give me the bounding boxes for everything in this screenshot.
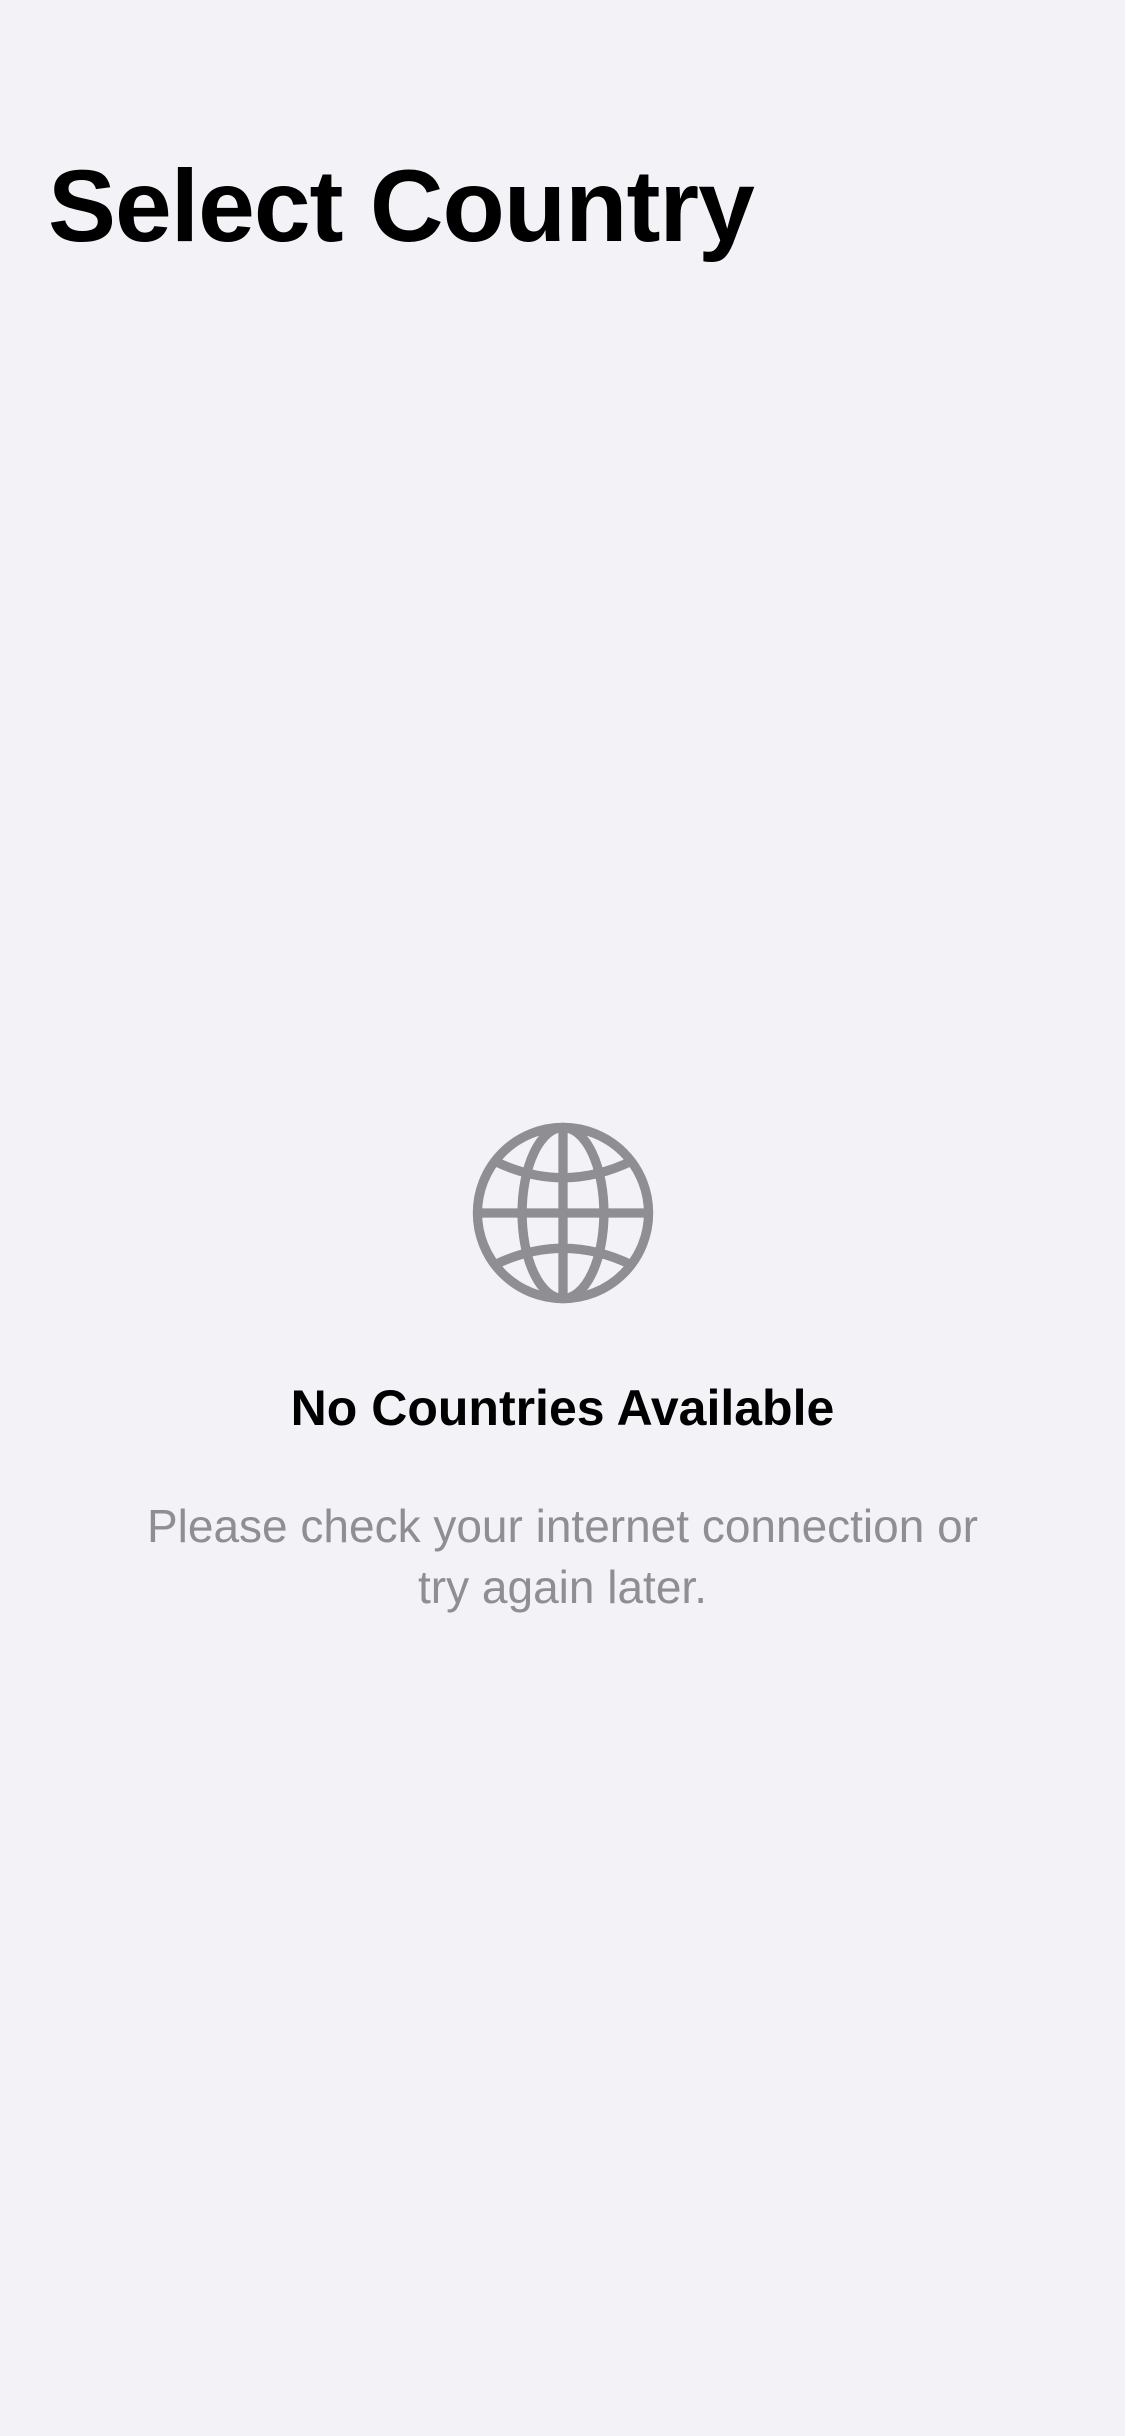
page-title: Select Country [48, 149, 755, 263]
empty-state: No Countries Available Please check your… [0, 1120, 1125, 1618]
globe-icon [472, 1122, 653, 1304]
select-country-screen: { "header": { "title": "Select Country" … [0, 0, 1125, 2436]
empty-state-message: Please check your internet connection or… [146, 1500, 979, 1613]
empty-state-title: No Countries Available [290, 1380, 835, 1436]
